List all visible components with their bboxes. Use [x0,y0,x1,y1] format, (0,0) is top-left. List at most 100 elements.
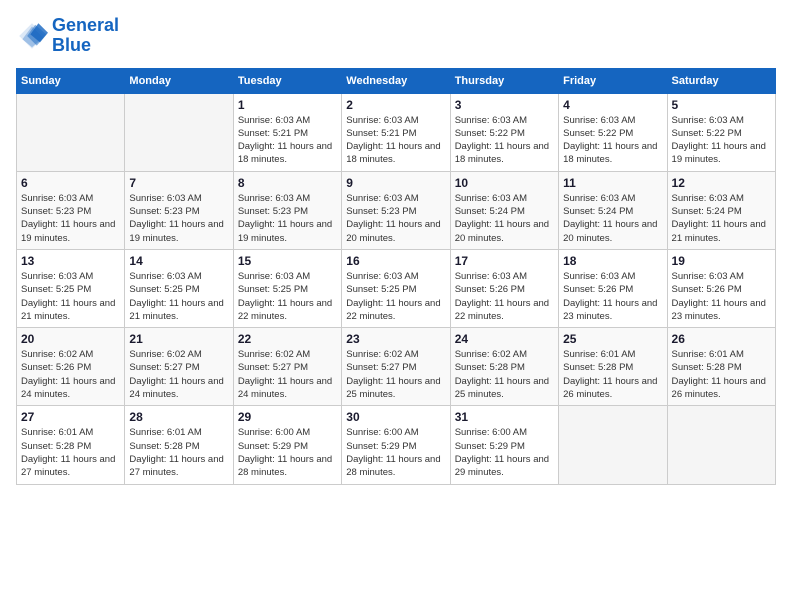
logo: General Blue [16,16,119,56]
day-number: 2 [346,98,445,112]
calendar-cell: 12 Sunrise: 6:03 AM Sunset: 5:24 PM Dayli… [667,171,775,249]
weekday-header: Monday [125,68,233,93]
day-number: 13 [21,254,120,268]
calendar-week-row: 1 Sunrise: 6:03 AM Sunset: 5:21 PM Daylig… [17,93,776,171]
calendar-cell: 7 Sunrise: 6:03 AM Sunset: 5:23 PM Daylig… [125,171,233,249]
day-info: Sunrise: 6:03 AM Sunset: 5:23 PM Dayligh… [238,192,337,245]
day-number: 7 [129,176,228,190]
day-number: 30 [346,410,445,424]
calendar-cell: 11 Sunrise: 6:03 AM Sunset: 5:24 PM Dayli… [559,171,667,249]
day-info: Sunrise: 6:01 AM Sunset: 5:28 PM Dayligh… [563,348,662,401]
day-info: Sunrise: 6:02 AM Sunset: 5:27 PM Dayligh… [238,348,337,401]
day-info: Sunrise: 6:03 AM Sunset: 5:25 PM Dayligh… [238,270,337,323]
day-number: 12 [672,176,771,190]
day-info: Sunrise: 6:00 AM Sunset: 5:29 PM Dayligh… [455,426,554,479]
day-info: Sunrise: 6:00 AM Sunset: 5:29 PM Dayligh… [346,426,445,479]
day-info: Sunrise: 6:01 AM Sunset: 5:28 PM Dayligh… [129,426,228,479]
day-number: 1 [238,98,337,112]
calendar-cell [125,93,233,171]
calendar-cell: 29Sunrise: 6:00 AM Sunset: 5:29 PM Dayli… [233,406,341,484]
day-info: Sunrise: 6:02 AM Sunset: 5:27 PM Dayligh… [346,348,445,401]
day-info: Sunrise: 6:01 AM Sunset: 5:28 PM Dayligh… [672,348,771,401]
day-number: 9 [346,176,445,190]
day-info: Sunrise: 6:03 AM Sunset: 5:23 PM Dayligh… [21,192,120,245]
day-number: 14 [129,254,228,268]
calendar-cell: 14 Sunrise: 6:03 AM Sunset: 5:25 PM Dayli… [125,249,233,327]
day-number: 8 [238,176,337,190]
day-info: Sunrise: 6:03 AM Sunset: 5:25 PM Dayligh… [129,270,228,323]
day-number: 21 [129,332,228,346]
weekday-header: Tuesday [233,68,341,93]
calendar-cell: 25 Sunrise: 6:01 AM Sunset: 5:28 PM Dayli… [559,328,667,406]
calendar-cell: 9Sunrise: 6:03 AM Sunset: 5:23 PM Daylig… [342,171,450,249]
day-info: Sunrise: 6:03 AM Sunset: 5:22 PM Dayligh… [672,114,771,167]
day-number: 26 [672,332,771,346]
day-number: 24 [455,332,554,346]
calendar-cell: 26 Sunrise: 6:01 AM Sunset: 5:28 PM Dayli… [667,328,775,406]
day-info: Sunrise: 6:03 AM Sunset: 5:26 PM Dayligh… [455,270,554,323]
calendar-cell: 2Sunrise: 6:03 AM Sunset: 5:21 PM Daylig… [342,93,450,171]
weekday-header: Saturday [667,68,775,93]
calendar-cell: 21 Sunrise: 6:02 AM Sunset: 5:27 PM Dayli… [125,328,233,406]
weekday-header: Thursday [450,68,558,93]
calendar-cell: 23Sunrise: 6:02 AM Sunset: 5:27 PM Dayli… [342,328,450,406]
day-info: Sunrise: 6:03 AM Sunset: 5:21 PM Dayligh… [238,114,337,167]
day-number: 6 [21,176,120,190]
calendar-cell [17,93,125,171]
day-number: 3 [455,98,554,112]
day-number: 18 [563,254,662,268]
day-number: 16 [346,254,445,268]
day-info: Sunrise: 6:03 AM Sunset: 5:25 PM Dayligh… [346,270,445,323]
day-info: Sunrise: 6:02 AM Sunset: 5:27 PM Dayligh… [129,348,228,401]
calendar-cell: 1 Sunrise: 6:03 AM Sunset: 5:21 PM Daylig… [233,93,341,171]
calendar-cell: 30 Sunrise: 6:00 AM Sunset: 5:29 PM Dayli… [342,406,450,484]
day-info: Sunrise: 6:03 AM Sunset: 5:22 PM Dayligh… [563,114,662,167]
calendar-body: 1 Sunrise: 6:03 AM Sunset: 5:21 PM Daylig… [17,93,776,484]
calendar-week-row: 6 Sunrise: 6:03 AM Sunset: 5:23 PM Daylig… [17,171,776,249]
calendar-header: SundayMondayTuesdayWednesdayThursdayFrid… [17,68,776,93]
calendar-week-row: 27Sunrise: 6:01 AM Sunset: 5:28 PM Dayli… [17,406,776,484]
day-info: Sunrise: 6:03 AM Sunset: 5:24 PM Dayligh… [672,192,771,245]
calendar-cell: 13 Sunrise: 6:03 AM Sunset: 5:25 PM Dayli… [17,249,125,327]
day-number: 15 [238,254,337,268]
day-number: 10 [455,176,554,190]
weekday-header: Wednesday [342,68,450,93]
day-number: 11 [563,176,662,190]
weekday-header: Friday [559,68,667,93]
day-info: Sunrise: 6:03 AM Sunset: 5:26 PM Dayligh… [672,270,771,323]
calendar-week-row: 20 Sunrise: 6:02 AM Sunset: 5:26 PM Dayli… [17,328,776,406]
day-info: Sunrise: 6:02 AM Sunset: 5:28 PM Dayligh… [455,348,554,401]
day-info: Sunrise: 6:03 AM Sunset: 5:24 PM Dayligh… [563,192,662,245]
day-number: 5 [672,98,771,112]
calendar-cell [559,406,667,484]
calendar-cell: 10 Sunrise: 6:03 AM Sunset: 5:24 PM Dayli… [450,171,558,249]
calendar-cell: 31 Sunrise: 6:00 AM Sunset: 5:29 PM Dayli… [450,406,558,484]
day-number: 20 [21,332,120,346]
logo-text: General Blue [52,16,119,56]
day-number: 17 [455,254,554,268]
calendar-cell: 15 Sunrise: 6:03 AM Sunset: 5:25 PM Dayli… [233,249,341,327]
day-number: 19 [672,254,771,268]
day-number: 31 [455,410,554,424]
weekday-header: Sunday [17,68,125,93]
day-number: 22 [238,332,337,346]
calendar-cell: 8 Sunrise: 6:03 AM Sunset: 5:23 PM Daylig… [233,171,341,249]
calendar-cell: 6 Sunrise: 6:03 AM Sunset: 5:23 PM Daylig… [17,171,125,249]
calendar-cell: 17 Sunrise: 6:03 AM Sunset: 5:26 PM Dayli… [450,249,558,327]
calendar-cell: 3 Sunrise: 6:03 AM Sunset: 5:22 PM Daylig… [450,93,558,171]
day-info: Sunrise: 6:03 AM Sunset: 5:23 PM Dayligh… [129,192,228,245]
day-info: Sunrise: 6:03 AM Sunset: 5:24 PM Dayligh… [455,192,554,245]
calendar-cell: 28Sunrise: 6:01 AM Sunset: 5:28 PM Dayli… [125,406,233,484]
calendar-cell: 20 Sunrise: 6:02 AM Sunset: 5:26 PM Dayli… [17,328,125,406]
calendar-week-row: 13 Sunrise: 6:03 AM Sunset: 5:25 PM Dayli… [17,249,776,327]
calendar-cell: 5 Sunrise: 6:03 AM Sunset: 5:22 PM Daylig… [667,93,775,171]
calendar-cell: 24 Sunrise: 6:02 AM Sunset: 5:28 PM Dayli… [450,328,558,406]
day-number: 25 [563,332,662,346]
day-info: Sunrise: 6:03 AM Sunset: 5:25 PM Dayligh… [21,270,120,323]
day-info: Sunrise: 6:02 AM Sunset: 5:26 PM Dayligh… [21,348,120,401]
calendar-cell: 27Sunrise: 6:01 AM Sunset: 5:28 PM Dayli… [17,406,125,484]
calendar-cell [667,406,775,484]
day-number: 4 [563,98,662,112]
calendar-cell: 22 Sunrise: 6:02 AM Sunset: 5:27 PM Dayli… [233,328,341,406]
day-info: Sunrise: 6:03 AM Sunset: 5:22 PM Dayligh… [455,114,554,167]
